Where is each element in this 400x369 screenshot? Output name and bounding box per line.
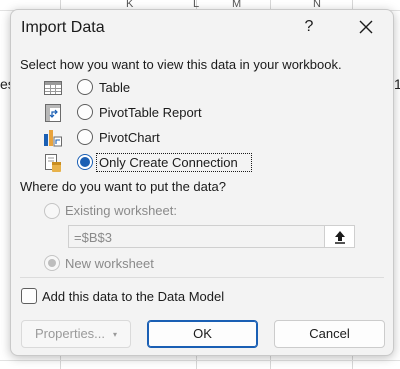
reference-value: =$B$3 xyxy=(74,230,112,245)
pivotchart-icon xyxy=(44,130,62,147)
new-worksheet-label: New worksheet xyxy=(65,256,154,271)
upload-arrow-icon xyxy=(335,231,345,244)
connection-icon xyxy=(45,154,61,172)
pivottable-label: PivotTable Report xyxy=(99,105,202,120)
new-worksheet-radio[interactable] xyxy=(44,255,60,271)
view-option-pivotchart[interactable]: PivotChart xyxy=(43,127,303,149)
existing-worksheet-radio[interactable] xyxy=(44,203,60,219)
data-model-label: Add this data to the Data Model xyxy=(42,289,225,304)
dialog-title: Import Data xyxy=(21,19,105,36)
collapse-dialog-button[interactable] xyxy=(324,226,354,247)
focus-indicator xyxy=(96,153,252,172)
import-data-dialog: Import Data ? Select how you want to vie… xyxy=(10,9,394,356)
ok-button[interactable]: OK xyxy=(147,320,258,348)
reference-input[interactable]: =$B$3 xyxy=(68,225,355,248)
pivottable-icon xyxy=(45,104,61,122)
table-icon xyxy=(44,81,62,95)
pivotchart-radio[interactable] xyxy=(77,129,93,145)
view-option-table[interactable]: Table xyxy=(43,77,303,99)
table-radio[interactable] xyxy=(77,79,93,95)
data-model-checkbox[interactable] xyxy=(21,288,37,304)
connection-radio[interactable] xyxy=(77,154,93,170)
existing-worksheet-label: Existing worksheet: xyxy=(65,203,177,218)
close-button[interactable] xyxy=(351,14,381,40)
properties-label: Properties... xyxy=(34,326,106,341)
close-icon xyxy=(359,20,373,34)
view-prompt: Select how you want to view this data in… xyxy=(20,57,342,72)
divider xyxy=(20,277,384,278)
pivottable-radio[interactable] xyxy=(77,104,93,120)
destination-prompt: Where do you want to put the data? xyxy=(20,179,226,194)
chevron-down-icon: ▾ xyxy=(113,329,118,339)
pivotchart-label: PivotChart xyxy=(99,130,160,145)
table-label: Table xyxy=(99,80,131,95)
properties-button[interactable]: Properties... ▾ xyxy=(21,320,131,348)
row-gridline xyxy=(0,360,400,361)
cell-text: 1 xyxy=(394,76,400,92)
cancel-button[interactable]: Cancel xyxy=(274,320,385,348)
view-option-connection[interactable]: Only Create Connection xyxy=(43,152,303,174)
help-button[interactable]: ? xyxy=(297,14,321,40)
view-option-pivottable[interactable]: PivotTable Report xyxy=(43,102,303,124)
